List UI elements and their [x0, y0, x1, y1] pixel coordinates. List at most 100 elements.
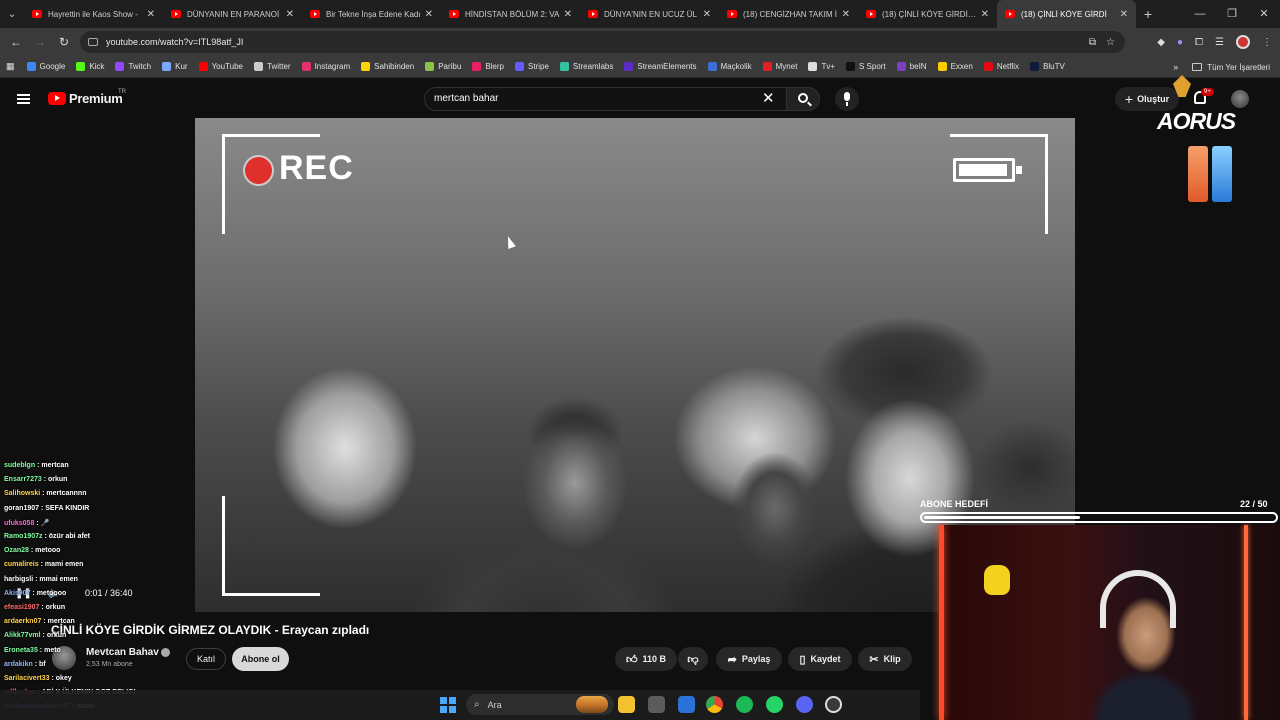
back-icon[interactable]: ←	[4, 35, 28, 49]
file-explorer-icon[interactable]	[618, 696, 635, 713]
account-avatar[interactable]	[1231, 90, 1249, 108]
reload-icon[interactable]: ↻	[52, 35, 76, 49]
search-icon: ⌕	[474, 699, 480, 710]
spotify-icon[interactable]	[736, 696, 753, 713]
discord-icon[interactable]	[796, 696, 813, 713]
apps-grid-icon[interactable]: ▦	[6, 61, 15, 72]
bookmark-item[interactable]: Instagram	[301, 62, 350, 71]
close-tab-icon[interactable]: ✕	[286, 9, 294, 20]
chat-message: goran1907 : SEFA KINDIR	[4, 505, 89, 512]
close-window-icon[interactable]: ✕	[1248, 0, 1280, 28]
bookmark-item[interactable]: beIN	[896, 62, 927, 71]
bookmark-item[interactable]: Streamlabs	[559, 62, 613, 71]
chat-text: bf	[39, 660, 46, 668]
browser-tab[interactable]: DÜNYANIN EN PARANOİ ✕	[163, 0, 302, 28]
bookmark-item[interactable]: BluTV	[1030, 62, 1065, 71]
youtube-logo-icon[interactable]	[48, 92, 66, 105]
bookmark-favicon-icon	[361, 62, 371, 71]
address-bar[interactable]: youtube.com/watch?v=ITL98atf_JI ⧉ ☆	[80, 31, 1125, 53]
browser-tab[interactable]: Hayrettin ile Kaos Show - ✕	[24, 0, 163, 28]
obs-icon[interactable]	[825, 696, 842, 713]
forward-icon[interactable]: →	[28, 35, 52, 49]
folder-icon	[1192, 63, 1203, 71]
search-button[interactable]	[786, 87, 820, 111]
close-tab-icon[interactable]: ✕	[981, 9, 989, 20]
close-tab-icon[interactable]: ✕	[425, 9, 433, 20]
subscriber-goal-count: 22 / 50	[1240, 499, 1268, 509]
bookmark-item[interactable]: Sahibinden	[361, 62, 414, 71]
tabs: Hayrettin ile Kaos Show - ✕ DÜNYANIN EN PA…	[24, 0, 1136, 28]
join-button[interactable]: Katıl	[186, 648, 226, 670]
bookmark-item[interactable]: Google	[26, 62, 65, 71]
share-button[interactable]: ➦ Paylaş	[716, 647, 782, 671]
bookmark-item[interactable]: Twitch	[115, 62, 151, 71]
profile-avatar[interactable]	[1236, 35, 1250, 49]
search-input[interactable]: mertcan bahar	[424, 87, 787, 111]
site-info-icon[interactable]	[88, 38, 98, 46]
voice-search-button[interactable]	[835, 87, 859, 111]
search-highlight-icon[interactable]	[576, 696, 608, 713]
like-button[interactable]: 👍︎ 110 B	[615, 647, 677, 671]
whatsapp-icon[interactable]	[766, 696, 783, 713]
chat-text: mmai emen	[39, 575, 78, 583]
clip-label: Klip	[883, 654, 901, 664]
browser-menu-icon[interactable]: ⋮	[1262, 37, 1272, 48]
subscribe-button[interactable]: Abone ol	[232, 647, 289, 671]
bookmark-item[interactable]: Kick	[76, 62, 104, 71]
mail-icon[interactable]	[678, 696, 695, 713]
restore-icon[interactable]: ❐	[1216, 0, 1248, 28]
youtube-premium-logo[interactable]: Premium	[69, 91, 123, 106]
browser-tab[interactable]: DÜNYA'NIN EN UCUZ ÜL ✕	[580, 0, 719, 28]
bookmark-favicon-icon	[26, 62, 36, 71]
more-bookmarks-icon[interactable]: »	[1173, 62, 1178, 72]
reading-list-icon[interactable]: ☰	[1215, 37, 1224, 48]
bookmark-favicon-icon	[198, 62, 208, 71]
dislike-button[interactable]: 👎︎	[678, 647, 708, 671]
bookmark-item[interactable]: S Sport	[846, 62, 886, 71]
close-tab-icon[interactable]: ✕	[842, 9, 850, 20]
close-tab-icon[interactable]: ✕	[564, 9, 572, 20]
close-tab-icon[interactable]: ✕	[147, 9, 155, 20]
extension-icon[interactable]: ◆	[1157, 37, 1165, 48]
channel-name[interactable]: Mevtcan Bahav	[86, 647, 159, 658]
youtube-favicon-icon	[310, 10, 320, 18]
browser-tab[interactable]: HİNDİSTAN BÖLÜM 2: VA ✕	[441, 0, 580, 28]
chrome-icon[interactable]	[706, 696, 723, 713]
clear-search-icon[interactable]: ✕	[762, 89, 775, 109]
clip-button[interactable]: ✂ Klip	[858, 647, 912, 671]
all-bookmarks-folder[interactable]: Tüm Yer İşaretleri	[1207, 63, 1270, 72]
bookmark-item[interactable]: Blerp	[472, 62, 504, 71]
extensions-puzzle-icon[interactable]: ⧠	[1195, 37, 1203, 48]
chat-message: Eroneta35 : meto	[4, 647, 61, 654]
bookmark-item[interactable]: Twitter	[254, 62, 291, 71]
notification-count: 9+	[1201, 88, 1214, 96]
bookmark-item[interactable]: StreamElements	[624, 62, 697, 71]
browser-tab[interactable]: Bir Tekne İnşa Edene Kadı ✕	[302, 0, 441, 28]
save-button[interactable]: ▯ Kaydet	[788, 647, 852, 671]
extension-icon-2[interactable]: ●	[1177, 37, 1183, 48]
close-tab-icon[interactable]: ✕	[1120, 9, 1128, 20]
bookmark-item[interactable]: Mynet	[762, 62, 797, 71]
bookmark-star-icon[interactable]: ☆	[1106, 37, 1115, 48]
bookmark-item[interactable]: Kur	[162, 62, 188, 71]
bookmark-item[interactable]: YouTube	[198, 62, 243, 71]
cast-icon[interactable]: ⧉	[1089, 37, 1096, 48]
bookmark-item[interactable]: Netflix	[983, 62, 1019, 71]
windows-start-icon[interactable]	[440, 697, 456, 713]
store-icon[interactable]	[648, 696, 665, 713]
browser-tab[interactable]: (18) ÇİNLİ KÖYE GİRDİ ✕	[997, 0, 1136, 28]
browser-tab[interactable]: (18) ÇİNLİ KÖYE GİRDİK G ✕	[858, 0, 997, 28]
tab-search-icon[interactable]: ⌄	[0, 0, 24, 28]
guide-menu-icon[interactable]	[17, 94, 30, 104]
minimize-icon[interactable]: —	[1184, 0, 1216, 28]
bookmark-item[interactable]: Maçkolik	[707, 62, 752, 71]
browser-tab[interactable]: (18) CENGİZHAN TAKIM İ ✕	[719, 0, 858, 28]
bookmark-item[interactable]: Tv+	[808, 62, 835, 71]
bookmark-item[interactable]: Paribu	[425, 62, 461, 71]
youtube-favicon-icon	[1005, 10, 1015, 18]
bookmark-item[interactable]: Stripe	[515, 62, 549, 71]
new-tab-button[interactable]: +	[1136, 6, 1160, 22]
chat-text: mami emen	[44, 561, 84, 569]
bookmark-item[interactable]: Exxen	[937, 62, 973, 71]
close-tab-icon[interactable]: ✕	[703, 9, 711, 20]
